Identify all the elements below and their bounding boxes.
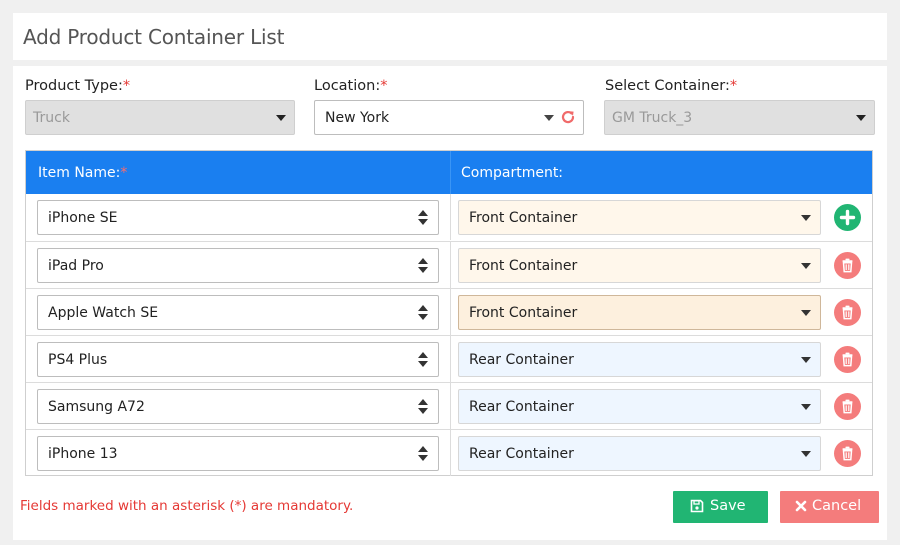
select-container-label: Select Container:* (605, 78, 738, 94)
chevron-down-icon (801, 357, 811, 363)
plus-circle-icon (839, 209, 856, 226)
refresh-icon[interactable] (560, 109, 576, 125)
product-type-select[interactable]: Truck (25, 100, 295, 135)
item-name-select[interactable]: iPad Pro (37, 248, 439, 283)
table-row: Samsung A72 Rear Container (26, 382, 872, 429)
compartment-value: Front Container (469, 305, 578, 321)
row-divider (450, 194, 451, 240)
select-container-value: GM Truck_3 (612, 110, 693, 126)
required-mark: * (729, 78, 738, 94)
compartment-value: Front Container (469, 258, 578, 274)
item-name-header: Item Name:* (38, 165, 128, 181)
compartment-select[interactable]: Rear Container (458, 342, 821, 377)
items-grid: Item Name:* Compartment: iPhone SE Front … (25, 150, 873, 476)
location-select[interactable]: New York (314, 100, 584, 135)
cancel-label: Cancel (812, 498, 862, 514)
delete-row-button[interactable] (834, 346, 861, 373)
chevron-down-icon (801, 451, 811, 457)
trash-icon (842, 258, 853, 273)
grid-rows: iPhone SE Front Container iPad Pro Front Co… (26, 194, 872, 476)
table-row: iPhone 13 Rear Container (26, 429, 872, 476)
compartment-select[interactable]: Rear Container (458, 389, 821, 424)
item-name-value: iPhone SE (48, 210, 118, 226)
item-name-select[interactable]: iPhone SE (37, 200, 439, 235)
delete-row-button[interactable] (834, 299, 861, 326)
table-row: iPad Pro Front Container (26, 241, 872, 288)
product-type-value: Truck (33, 110, 70, 126)
required-mark: * (380, 78, 388, 94)
location-value: New York (325, 110, 390, 126)
delete-row-button[interactable] (834, 440, 861, 467)
compartment-value: Rear Container (469, 446, 574, 462)
item-name-value: Samsung A72 (48, 399, 145, 415)
close-icon (795, 500, 807, 516)
chevron-down-icon (276, 115, 286, 121)
row-divider (450, 242, 451, 288)
spinner-icon (418, 352, 428, 368)
product-type-label: Product Type:* (25, 78, 131, 94)
header-divider (450, 151, 451, 194)
compartment-select[interactable]: Rear Container (458, 436, 821, 471)
compartment-value: Front Container (469, 210, 578, 226)
row-divider (450, 430, 451, 476)
required-mark: * (122, 78, 131, 94)
item-name-select[interactable]: PS4 Plus (37, 342, 439, 377)
compartment-select[interactable]: Front Container (458, 295, 821, 330)
save-label: Save (710, 498, 746, 514)
grid-header: Item Name:* Compartment: (26, 151, 872, 194)
chevron-down-icon (801, 215, 811, 221)
compartment-select[interactable]: Front Container (458, 200, 821, 235)
add-row-button[interactable] (834, 204, 861, 231)
table-row: Apple Watch SE Front Container (26, 288, 872, 335)
trash-icon (842, 305, 853, 320)
spinner-icon (418, 210, 428, 226)
compartment-value: Rear Container (469, 399, 574, 415)
compartment-select[interactable]: Front Container (458, 248, 821, 283)
spinner-icon (418, 305, 428, 321)
item-name-select[interactable]: Samsung A72 (37, 389, 439, 424)
spinner-icon (418, 446, 428, 462)
spinner-icon (418, 258, 428, 274)
trash-icon (842, 399, 853, 414)
cancel-button[interactable]: Cancel (780, 491, 879, 523)
select-container-select[interactable]: GM Truck_3 (604, 100, 875, 135)
form-panel: Product Type:* Truck Location:* New York… (13, 66, 887, 540)
row-divider (450, 383, 451, 429)
mandatory-note: Fields marked with an asterisk (*) are m… (20, 498, 354, 514)
page-title: Add Product Container List (23, 25, 285, 49)
item-name-value: Apple Watch SE (48, 305, 159, 321)
trash-icon (842, 446, 853, 461)
item-name-select[interactable]: Apple Watch SE (37, 295, 439, 330)
chevron-down-icon (801, 310, 811, 316)
delete-row-button[interactable] (834, 252, 861, 279)
table-row: iPhone SE Front Container (26, 194, 872, 241)
chevron-down-icon (801, 263, 811, 269)
chevron-down-icon (856, 115, 866, 121)
chevron-down-icon (801, 404, 811, 410)
row-divider (450, 289, 451, 335)
trash-icon (842, 352, 853, 367)
save-button[interactable]: Save (673, 491, 768, 523)
row-divider (450, 336, 451, 382)
required-mark: * (120, 165, 128, 181)
chevron-down-icon (544, 115, 554, 121)
spinner-icon (418, 399, 428, 415)
item-name-value: iPhone 13 (48, 446, 118, 462)
item-name-value: iPad Pro (48, 258, 104, 274)
compartment-header: Compartment: (461, 165, 564, 181)
table-row: PS4 Plus Rear Container (26, 335, 872, 382)
compartment-value: Rear Container (469, 352, 574, 368)
item-name-value: PS4 Plus (48, 352, 108, 368)
location-label: Location:* (314, 78, 388, 94)
save-icon (690, 499, 704, 517)
page-header: Add Product Container List (13, 13, 887, 60)
item-name-select[interactable]: iPhone 13 (37, 436, 439, 471)
delete-row-button[interactable] (834, 393, 861, 420)
